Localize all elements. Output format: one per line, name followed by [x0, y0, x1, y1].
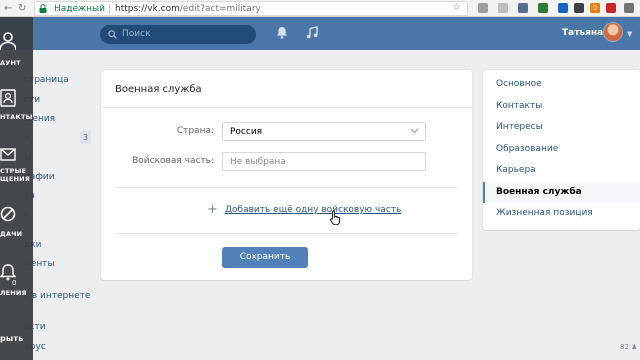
overlay-label-notifications: ЛЕНИЯ: [0, 289, 27, 297]
add-military-unit-link[interactable]: Добавить ещё одну войсковую часть: [225, 204, 401, 216]
menu-item-interests[interactable]: Интересы: [483, 117, 640, 138]
user-name[interactable]: Татьяна: [562, 27, 603, 39]
page-title: Военная служба: [115, 84, 202, 95]
bell-icon[interactable]: [276, 26, 288, 39]
contacts-icon[interactable]: [0, 89, 16, 107]
divider: [115, 233, 457, 234]
extension-icon[interactable]: 0: [590, 3, 600, 13]
country-value: Россия: [230, 127, 263, 137]
sidebar-item-online[interactable]: с в интернете: [24, 291, 90, 302]
music-icon[interactable]: [306, 26, 318, 39]
online-count[interactable]: 82 ♟: [620, 343, 637, 351]
extension-icon[interactable]: [478, 3, 488, 13]
menu-item-life-position[interactable]: Жизненная позиция: [483, 203, 640, 224]
hand-cursor-icon: [330, 210, 340, 225]
overlay-label-contacts: НТАКТЫ: [0, 113, 33, 121]
overlay-badge: 0: [12, 279, 17, 287]
reload-icon[interactable]: ↻: [18, 2, 26, 15]
overlay-label-account: АУНТ: [0, 59, 21, 67]
online-count-value: 82: [620, 343, 629, 351]
extension-icon[interactable]: [498, 3, 508, 13]
extension-badge: 0: [592, 4, 598, 12]
browser-toolbar: ← ↻ Надежный https://vk.com/edit?act=mil…: [0, 0, 640, 17]
overlay-label-quick-messages: СТРЫЕ ЩЕНИЯ: [0, 167, 30, 183]
military-service-card: Военная служба Страна: Россия Войсковая …: [101, 70, 472, 280]
avatar[interactable]: [603, 22, 623, 42]
extension-icon[interactable]: [558, 3, 568, 13]
menu-item-career[interactable]: Карьера: [483, 160, 640, 181]
mail-icon[interactable]: [0, 148, 16, 161]
address-separator: [109, 4, 110, 14]
military-unit-label: Войсковая часть:: [132, 156, 214, 166]
chevron-down-icon: [410, 128, 419, 134]
save-button[interactable]: Сохранить: [222, 247, 308, 268]
country-label: Страна:: [176, 126, 214, 136]
bookmark-star-icon[interactable]: ☆: [452, 2, 461, 13]
tasks-icon[interactable]: [0, 206, 16, 222]
menu-item-military-service[interactable]: Военная служба: [483, 182, 640, 203]
settings-menu: Основное Контакты Интересы Образование К…: [483, 70, 640, 230]
menu-icon[interactable]: [624, 3, 634, 13]
url-text[interactable]: https://vk.com/edit?act=military: [115, 3, 261, 15]
military-unit-input[interactable]: Не выбрана: [222, 152, 426, 171]
menu-item-education[interactable]: Образование: [483, 139, 640, 160]
divider: [115, 187, 457, 188]
secure-label: Надежный: [54, 4, 105, 14]
account-icon[interactable]: [0, 32, 16, 50]
country-select[interactable]: Россия: [222, 122, 426, 141]
search-input[interactable]: Поиск: [100, 25, 256, 44]
divider: [101, 107, 472, 108]
overlay-label-tasks: ДАЧИ: [0, 230, 23, 238]
url-host: https://vk.com: [115, 4, 180, 14]
accessibility-overlay: АУНТ НТАКТЫ СТРЫЕ ЩЕНИЯ ДАЧИ 0 ЛЕНИЯ рыт…: [0, 17, 33, 360]
address-bar[interactable]: Надежный https://vk.com/edit?act=militar…: [34, 1, 468, 16]
url-path: /edit?act=military: [179, 4, 261, 14]
extension-icon[interactable]: [538, 3, 548, 13]
overlay-hide-button[interactable]: рыть: [0, 335, 23, 343]
search-placeholder: Поиск: [122, 29, 151, 39]
menu-item-contacts[interactable]: Контакты: [483, 96, 640, 117]
extension-icon[interactable]: [574, 3, 584, 13]
lock-icon: [39, 4, 47, 13]
military-unit-placeholder: Не выбрана: [230, 157, 286, 167]
back-icon[interactable]: ←: [4, 2, 12, 15]
menu-item-basic[interactable]: Основное: [483, 74, 640, 95]
plus-icon: +: [207, 202, 218, 217]
site-header: Поиск Татьяна ▼: [0, 17, 640, 50]
extension-icon[interactable]: [518, 3, 528, 13]
chevron-down-icon[interactable]: ▼: [627, 30, 632, 38]
extension-icon[interactable]: [606, 3, 616, 13]
friends-count-badge: 3: [80, 131, 91, 144]
search-icon: [108, 30, 117, 39]
